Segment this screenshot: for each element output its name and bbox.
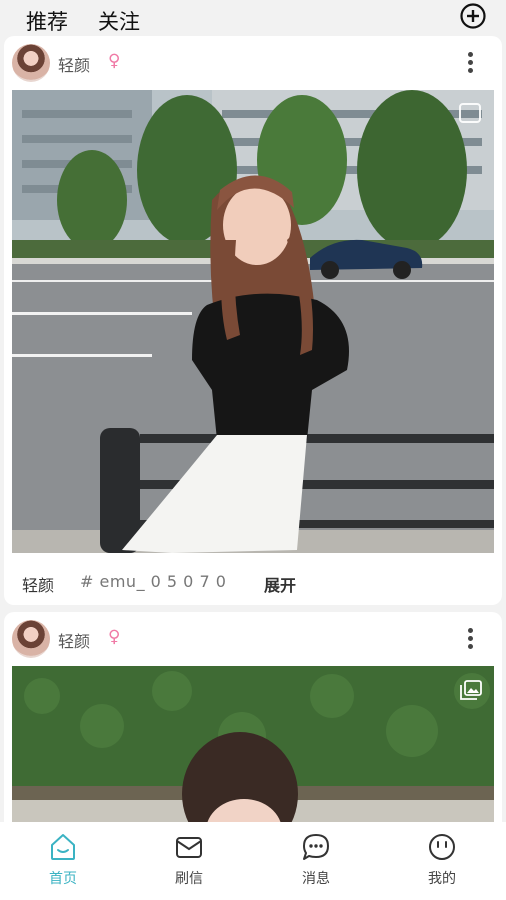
caption-username[interactable]: 轻颜 [22,572,54,596]
tab-recommend[interactable]: 推荐 [26,6,68,36]
caption-hashtag[interactable]: # emu_ 0 5 0 7 0 [80,572,226,591]
nav-item-home[interactable]: 首页 [23,832,103,892]
female-gender-icon: ♀ [108,627,121,647]
post-header: 轻颜 ♀ [4,36,502,88]
expand-button[interactable]: 展开 [264,572,296,596]
gallery-icon [460,680,482,700]
home-icon [51,834,75,860]
nav-label: 刷信 [175,871,203,887]
chat-bubble-icon [303,834,329,860]
top-bar: 推荐 关注 [0,0,506,36]
nav-item-profile[interactable]: 我的 [402,832,482,892]
avatar[interactable] [12,44,50,82]
more-options-icon[interactable] [468,628,474,650]
post-photo[interactable] [12,90,494,553]
plus-circle-icon[interactable] [460,3,486,29]
post-username[interactable]: 轻颜 [58,628,90,652]
post-caption: 轻颜 # emu_ 0 5 0 7 0 展开 [4,566,502,596]
female-gender-icon: ♀ [108,51,121,71]
smiley-face-icon [429,834,455,860]
nav-label: 消息 [302,871,330,887]
nav-label: 首页 [49,871,77,887]
nav-label: 我的 [428,871,456,887]
more-options-icon[interactable] [468,52,474,74]
avatar[interactable] [12,620,50,658]
post-card[interactable]: 轻颜 ♀ [4,36,502,605]
nav-item-mailbox[interactable]: 刷信 [149,832,229,892]
post-username[interactable]: 轻颜 [58,52,90,76]
tab-follow[interactable]: 关注 [98,6,140,36]
nav-item-messages[interactable]: 消息 [276,832,356,892]
post-header: 轻颜 ♀ [4,612,502,664]
envelope-icon [176,837,202,858]
bottom-nav: 首页 刷信 消息 我的 [0,822,506,900]
post-card[interactable]: 轻颜 ♀ [4,612,502,852]
